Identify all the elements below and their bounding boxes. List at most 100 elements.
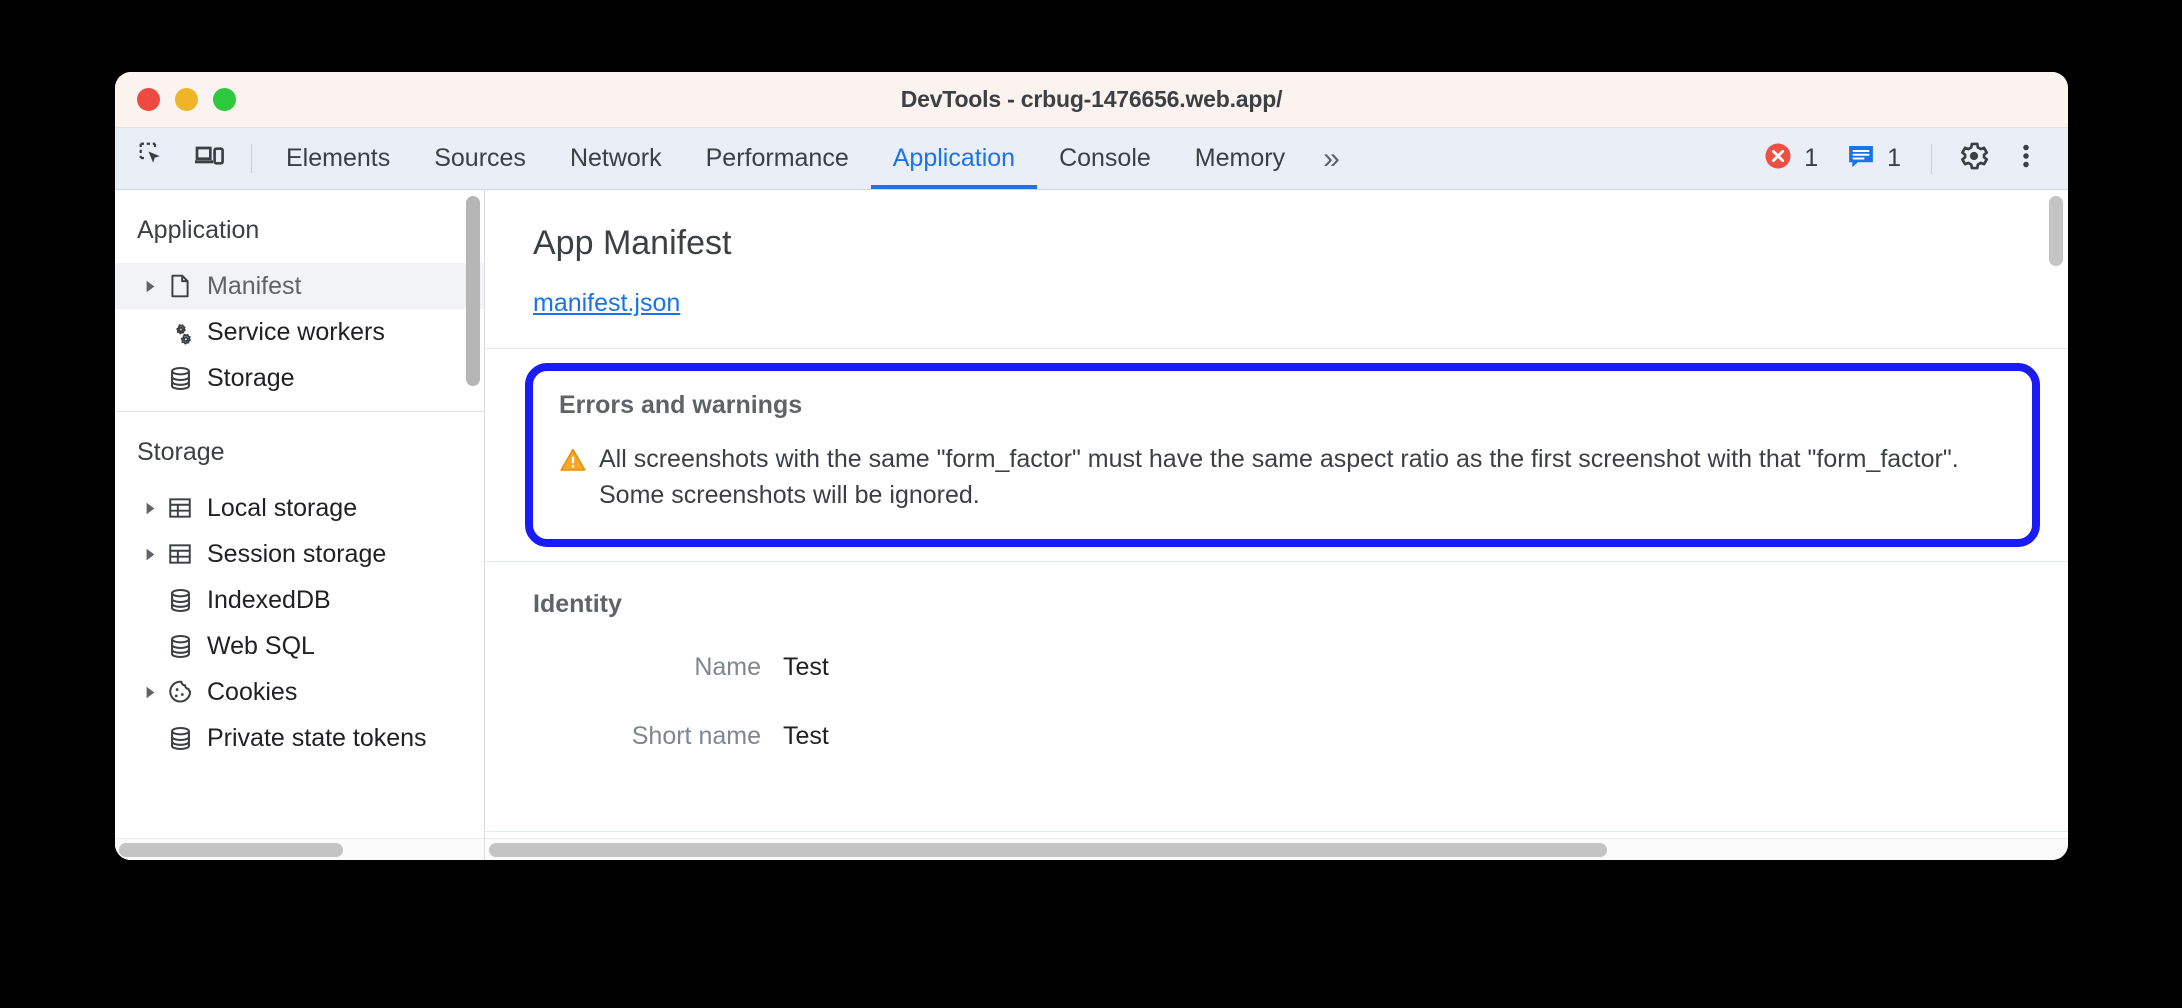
tab-label: Console — [1059, 144, 1151, 172]
gears-icon — [163, 319, 197, 346]
tab-application[interactable]: Application — [870, 128, 1038, 189]
scrollbar-thumb[interactable] — [489, 842, 1608, 857]
sidebar-item-label: Manifest — [207, 271, 302, 300]
errors-and-warnings-section: Errors and warnings All screenshots with… — [525, 363, 2040, 547]
inspect-element-icon — [138, 141, 168, 176]
content-vertical-scrollbar[interactable] — [2049, 196, 2063, 266]
cookie-icon — [163, 679, 197, 706]
tab-label: Performance — [705, 144, 849, 172]
database-icon — [163, 365, 197, 392]
sidebar-item-cookies[interactable]: Cookies — [115, 669, 484, 715]
sidebar-item-local-storage[interactable]: Local storage — [115, 485, 484, 531]
scrollbar-thumb[interactable] — [119, 842, 343, 857]
tab-label: Memory — [1194, 144, 1286, 172]
sidebar-section-title-storage: Storage — [137, 438, 225, 466]
sidebar-horizontal-scrollbar[interactable] — [115, 838, 484, 860]
table-icon — [163, 541, 197, 567]
tab-label: Network — [569, 144, 662, 172]
chevron-right-icon[interactable] — [137, 502, 163, 515]
settings-button[interactable] — [1950, 135, 1998, 183]
sidebar-section-title-application: Application — [137, 216, 260, 244]
sidebar-item-label: Local storage — [207, 493, 358, 522]
content-scroll-area: App Manifest manifest.json Errors and wa… — [485, 190, 2068, 838]
error-badge[interactable]: 1 — [1751, 141, 1830, 176]
error-circle-icon — [1763, 141, 1793, 176]
sidebar-item-label: Web SQL — [207, 631, 315, 660]
toolbar-right-group: 1 1 — [1751, 128, 2068, 189]
database-icon — [163, 587, 197, 614]
sidebar-item-label: Service workers — [207, 317, 385, 346]
sidebar-item-label: Private state tokens — [207, 723, 427, 752]
tab-label: Sources — [434, 144, 526, 172]
more-tabs-button[interactable]: » — [1307, 128, 1352, 189]
chevron-right-icon[interactable] — [137, 548, 163, 561]
page-title: App Manifest — [533, 224, 732, 262]
identity-field-name: Name Test — [533, 653, 2068, 682]
database-icon — [163, 633, 197, 660]
sidebar-item-storage[interactable]: Storage — [115, 355, 484, 401]
field-label: Name — [694, 653, 761, 681]
tab-elements[interactable]: Elements — [264, 128, 412, 189]
sidebar-item-label: Storage — [207, 363, 295, 392]
message-bubble-icon — [1846, 141, 1876, 176]
chevron-double-right-icon: » — [1323, 141, 1340, 175]
sidebar-item-label: Cookies — [207, 677, 298, 706]
sidebar-item-label: IndexedDB — [207, 585, 331, 614]
sidebar-scroll-area: Application Manifest Service workers Sto… — [115, 190, 484, 838]
sidebar-item-indexeddb[interactable]: IndexedDB — [115, 577, 484, 623]
manifest-content-panel: App Manifest manifest.json Errors and wa… — [485, 190, 2068, 860]
manifest-json-link[interactable]: manifest.json — [533, 289, 680, 318]
identity-field-short-name: Short name Test — [533, 722, 2068, 751]
sidebar-item-service-workers[interactable]: Service workers — [115, 309, 484, 355]
tab-sources[interactable]: Sources — [412, 128, 548, 189]
inspect-element-button[interactable] — [129, 135, 177, 183]
window-title: DevTools - crbug-1476656.web.app/ — [900, 86, 1283, 112]
identity-heading: Identity — [533, 590, 622, 618]
panel-tabs: Elements Sources Network Performance App… — [264, 128, 1352, 189]
errors-and-warnings-heading: Errors and warnings — [559, 391, 803, 419]
message-badge[interactable]: 1 — [1834, 141, 1913, 176]
toolbar-right-divider — [1931, 143, 1932, 174]
screenshot-stage: DevTools - crbug-1476656.web.app/ Elemen… — [0, 0, 2182, 1008]
tab-performance[interactable]: Performance — [684, 128, 871, 189]
chevron-right-icon[interactable] — [137, 280, 163, 293]
tab-label: Application — [892, 144, 1016, 172]
kebab-menu-icon — [2011, 141, 2041, 176]
sidebar-item-web-sql[interactable]: Web SQL — [115, 623, 484, 669]
error-count: 1 — [1804, 144, 1819, 172]
warning-triangle-icon — [559, 442, 587, 479]
errors-and-warnings-block: Errors and warnings All screenshots with… — [485, 349, 2068, 562]
content-horizontal-scrollbar[interactable] — [485, 838, 2068, 860]
toolbar-left-icons — [115, 128, 264, 189]
tab-network[interactable]: Network — [548, 128, 684, 189]
message-count: 1 — [1887, 144, 1901, 172]
sidebar-item-private-state-tokens[interactable]: Private state tokens — [115, 715, 484, 761]
manifest-header-block: App Manifest manifest.json — [485, 190, 2068, 349]
sidebar-item-session-storage[interactable]: Session storage — [115, 531, 484, 577]
field-label: Short name — [631, 722, 761, 750]
tab-console[interactable]: Console — [1037, 128, 1173, 189]
field-value: Test — [783, 722, 829, 750]
field-value: Test — [783, 653, 829, 681]
toolbar-divider — [251, 144, 252, 173]
window-titlebar: DevTools - crbug-1476656.web.app/ — [115, 72, 2068, 128]
tab-label: Elements — [286, 144, 391, 172]
tab-memory[interactable]: Memory — [1173, 128, 1307, 189]
more-options-button[interactable] — [2002, 135, 2050, 183]
table-icon — [163, 495, 197, 521]
application-sidebar: Application Manifest Service workers Sto… — [115, 190, 485, 860]
sidebar-item-manifest[interactable]: Manifest — [115, 263, 484, 309]
device-toolbar-icon — [193, 140, 225, 177]
document-icon — [163, 273, 197, 299]
sidebar-item-label: Session storage — [207, 539, 387, 568]
warning-item: All screenshots with the same "form_fact… — [559, 442, 2006, 513]
warning-message: All screenshots with the same "form_fact… — [599, 445, 1959, 509]
devtools-toolbar: Elements Sources Network Performance App… — [115, 128, 2068, 190]
errors-highlight-wrapper: Errors and warnings All screenshots with… — [485, 349, 2068, 561]
device-toolbar-button[interactable] — [185, 135, 233, 183]
devtools-window: DevTools - crbug-1476656.web.app/ Elemen… — [115, 72, 2068, 860]
chevron-right-icon[interactable] — [137, 686, 163, 699]
sidebar-vertical-scrollbar[interactable] — [466, 196, 480, 386]
devtools-panel-body: Application Manifest Service workers Sto… — [115, 190, 2068, 860]
database-icon — [163, 725, 197, 752]
